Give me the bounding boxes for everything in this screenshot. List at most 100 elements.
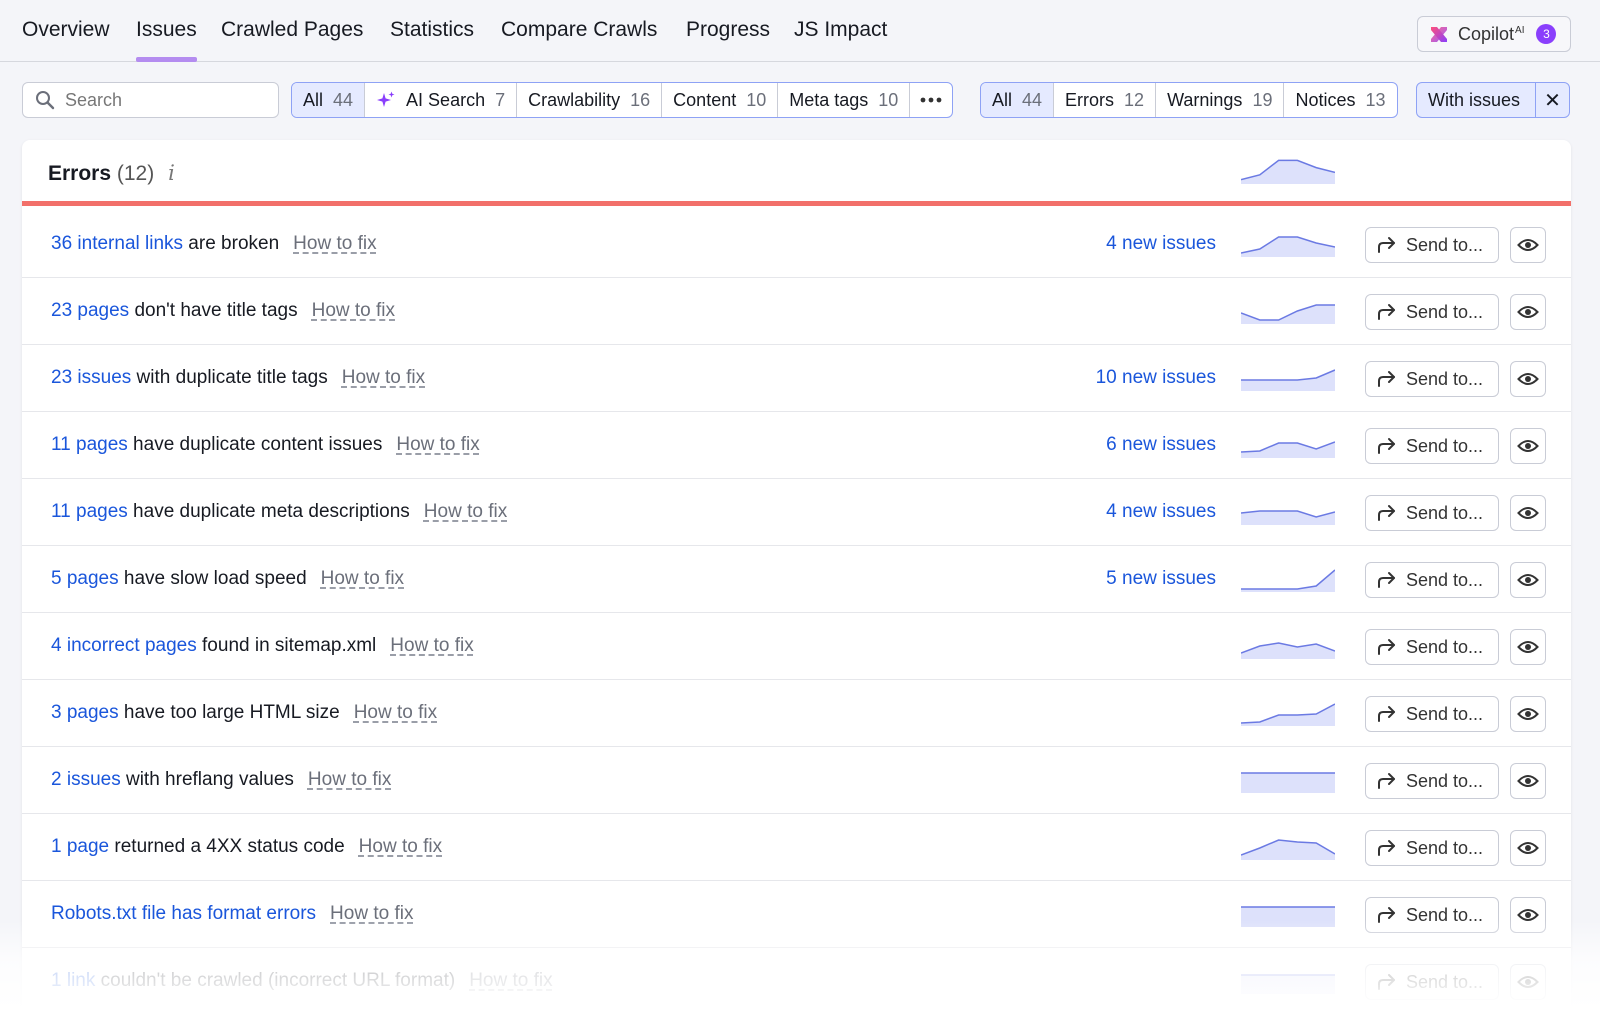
send-to-button[interactable]: Send to...	[1365, 897, 1499, 933]
severity-filter-notices[interactable]: Notices 13	[1284, 83, 1396, 117]
how-to-fix-link[interactable]: How to fix	[308, 769, 391, 790]
issue-row: 2 issues with hreflang values How to fix S…	[22, 747, 1571, 814]
sparkline-area	[1241, 511, 1335, 525]
how-to-fix-link[interactable]: How to fix	[390, 635, 473, 656]
eye-icon[interactable]	[1510, 696, 1546, 732]
tab-statistics[interactable]: Statistics	[390, 18, 474, 62]
tab-overview[interactable]: Overview	[22, 18, 110, 62]
eye-icon[interactable]	[1510, 830, 1546, 866]
info-icon[interactable]: i	[168, 161, 175, 185]
issue-link[interactable]: 11 pages	[51, 501, 128, 522]
eye-icon[interactable]	[1510, 629, 1546, 665]
copilot-label: CopilotAI	[1458, 23, 1525, 44]
issue-description: 5 pages have slow load speed How to fix	[51, 568, 404, 590]
with-issues-filter[interactable]: With issues ✕	[1416, 82, 1570, 118]
category-filter-meta-tags[interactable]: Meta tags 10	[778, 83, 911, 117]
how-to-fix-link[interactable]: How to fix	[312, 300, 395, 321]
category-filter-content[interactable]: Content 10	[662, 83, 779, 117]
send-to-button[interactable]: Send to...	[1365, 763, 1499, 799]
issue-link[interactable]: 23 pages	[51, 300, 129, 321]
send-to-button[interactable]: Send to...	[1365, 227, 1499, 263]
send-to-label: Send to...	[1406, 837, 1484, 858]
severity-filter-label: Errors	[1065, 89, 1115, 110]
send-to-button[interactable]: Send to...	[1365, 964, 1499, 1000]
category-filter-label: Content	[673, 89, 737, 110]
issue-link[interactable]: 4 incorrect pages	[51, 635, 197, 656]
send-to-button[interactable]: Send to...	[1365, 428, 1499, 464]
tab-crawled-pages[interactable]: Crawled Pages	[221, 18, 363, 62]
send-to-label: Send to...	[1406, 971, 1484, 992]
tab-js-impact[interactable]: JS Impact	[794, 18, 887, 62]
send-to-button[interactable]: Send to...	[1365, 294, 1499, 330]
search-input[interactable]	[65, 89, 265, 111]
severity-filter-all[interactable]: All 44	[981, 83, 1055, 117]
category-filter-crawlability[interactable]: Crawlability 16	[517, 83, 663, 117]
severity-filter-errors[interactable]: Errors 12	[1054, 83, 1157, 117]
send-to-button[interactable]: Send to...	[1365, 562, 1499, 598]
send-to-button[interactable]: Send to...	[1365, 495, 1499, 531]
issue-trend-sparkline	[1241, 510, 1335, 525]
how-to-fix-link[interactable]: How to fix	[359, 836, 442, 857]
issue-link[interactable]: Robots.txt file has format errors	[51, 903, 316, 924]
eye-icon[interactable]	[1510, 227, 1546, 263]
eye-icon[interactable]	[1510, 361, 1546, 397]
severity-filter-warnings[interactable]: Warnings 19	[1156, 83, 1285, 117]
eye-icon[interactable]	[1510, 294, 1546, 330]
issue-description: 36 internal links are broken How to fix	[51, 233, 377, 255]
category-filter-all[interactable]: All 44	[292, 83, 366, 117]
issue-link[interactable]: 11 pages	[51, 434, 128, 455]
how-to-fix-link[interactable]: How to fix	[354, 702, 437, 723]
eye-icon[interactable]	[1510, 763, 1546, 799]
new-issues-link[interactable]: 4 new issues	[1106, 501, 1216, 523]
category-filter-ai-search[interactable]: AI Search 7	[365, 83, 518, 117]
share-arrow-icon	[1378, 974, 1395, 990]
tab-progress[interactable]: Progress	[686, 18, 770, 62]
issue-link[interactable]: 5 pages	[51, 568, 119, 589]
how-to-fix-link[interactable]: How to fix	[330, 903, 413, 924]
more-dots-icon[interactable]	[910, 83, 952, 117]
search-box[interactable]	[22, 82, 279, 118]
how-to-fix-link[interactable]: How to fix	[469, 970, 552, 991]
send-to-button[interactable]: Send to...	[1365, 629, 1499, 665]
how-to-fix-link[interactable]: How to fix	[342, 367, 425, 388]
issue-row: 11 pages have duplicate meta description…	[22, 479, 1571, 546]
share-arrow-icon	[1378, 304, 1395, 320]
severity-filter-count: 13	[1365, 89, 1386, 110]
tab-compare-crawls[interactable]: Compare Crawls	[501, 18, 657, 62]
eye-icon[interactable]	[1510, 964, 1546, 1000]
copilot-button[interactable]: CopilotAI 3	[1417, 16, 1571, 52]
issue-link[interactable]: 36 internal links	[51, 233, 183, 254]
issue-link[interactable]: 1 page	[51, 836, 109, 857]
share-arrow-icon	[1378, 639, 1395, 655]
how-to-fix-link[interactable]: How to fix	[396, 434, 479, 455]
issue-trend-sparkline	[1241, 569, 1335, 592]
eye-icon[interactable]	[1510, 897, 1546, 933]
new-issues-link[interactable]: 4 new issues	[1106, 233, 1216, 255]
search-icon	[36, 91, 55, 110]
close-icon[interactable]: ✕	[1535, 83, 1569, 117]
eye-icon[interactable]	[1510, 562, 1546, 598]
send-to-button[interactable]: Send to...	[1365, 361, 1499, 397]
issue-description: 3 pages have too large HTML size How to f…	[51, 702, 437, 724]
tab-issues[interactable]: Issues	[136, 18, 197, 62]
eye-icon[interactable]	[1510, 495, 1546, 531]
new-issues-link[interactable]: 5 new issues	[1106, 568, 1216, 590]
new-issues-link[interactable]: 6 new issues	[1106, 434, 1216, 456]
issue-row: 11 pages have duplicate content issues Ho…	[22, 412, 1571, 479]
send-to-button[interactable]: Send to...	[1365, 696, 1499, 732]
how-to-fix-link[interactable]: How to fix	[321, 568, 404, 589]
issue-link[interactable]: 23 issues	[51, 367, 131, 388]
share-arrow-icon	[1378, 840, 1395, 856]
send-to-button[interactable]: Send to...	[1365, 830, 1499, 866]
issue-text: are broken	[183, 233, 280, 254]
with-issues-label[interactable]: With issues	[1417, 83, 1535, 117]
how-to-fix-link[interactable]: How to fix	[424, 501, 507, 522]
how-to-fix-link[interactable]: How to fix	[293, 233, 376, 254]
issue-trend-sparkline	[1241, 974, 1335, 994]
issue-link[interactable]: 1 link	[51, 970, 95, 991]
eye-icon[interactable]	[1510, 428, 1546, 464]
issue-link[interactable]: 2 issues	[51, 769, 121, 790]
share-arrow-icon	[1378, 572, 1395, 588]
new-issues-link[interactable]: 10 new issues	[1096, 367, 1216, 389]
issue-link[interactable]: 3 pages	[51, 702, 119, 723]
